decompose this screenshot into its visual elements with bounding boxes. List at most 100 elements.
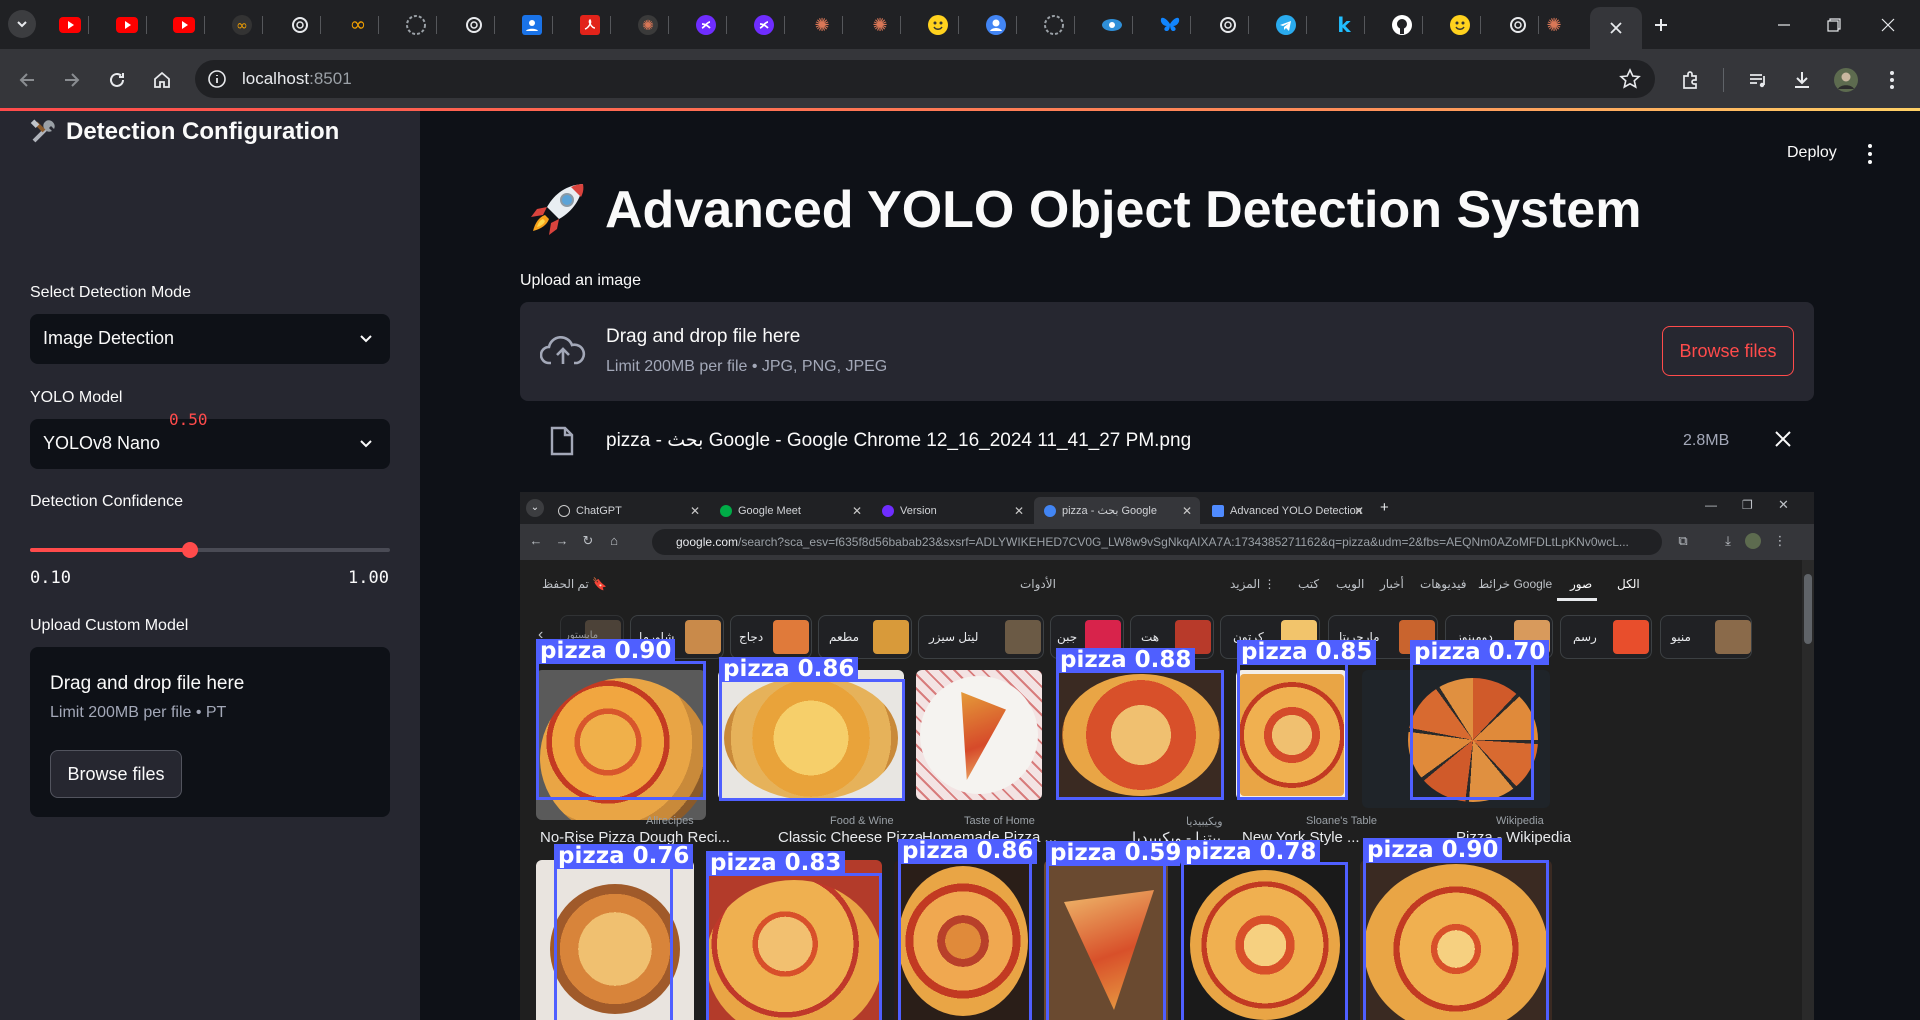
pinned-tab-app-2[interactable]: [751, 12, 777, 38]
image-tab-version: Version ✕: [872, 497, 1032, 524]
openai-icon: [1220, 17, 1236, 33]
pinned-tab-chatgpt-2[interactable]: [461, 12, 487, 38]
pinned-tab-k[interactable]: k: [1331, 12, 1357, 38]
account-icon: [986, 15, 1006, 35]
uploaded-file-name: pizza - بحث Google - Google Chrome 12_16…: [606, 430, 1192, 451]
custom-browse-button[interactable]: Browse files: [50, 750, 182, 798]
youtube-icon: [173, 17, 195, 33]
pinned-tab-huggingface[interactable]: [925, 12, 951, 38]
chip-9: دجاج: [730, 615, 812, 659]
google-tools: الأدوات: [1020, 577, 1056, 591]
pinned-tab-contacts[interactable]: [519, 12, 545, 38]
detection-box-11: pizza 0.78: [1181, 840, 1348, 1020]
google-menu-all: الكل: [1617, 577, 1640, 591]
pinned-tab-youtube-2[interactable]: [114, 12, 140, 38]
custom-model-label: Upload Custom Model: [30, 617, 189, 634]
detection-box-1: pizza 0.90: [536, 639, 706, 800]
pinned-tab-infinity[interactable]: ∞: [229, 12, 255, 38]
pinned-tab-loading-2[interactable]: [1041, 12, 1067, 38]
downloads-button[interactable]: [1788, 66, 1816, 94]
pinned-tab-chatgpt-4[interactable]: [1505, 12, 1531, 38]
main-menu-button[interactable]: [1862, 144, 1878, 164]
pinned-tab-huggingface-2[interactable]: [1447, 12, 1473, 38]
image-tab-menu-icon: ⌄: [526, 499, 544, 517]
result-source-2: Food & Wine: [830, 815, 894, 827]
svg-text:✺: ✺: [814, 15, 829, 36]
detection-result-image: ⌄ ChatGPT ✕ Google Meet ✕ Version ✕ pizza -…: [520, 492, 1814, 1020]
deploy-button[interactable]: Deploy: [1787, 144, 1837, 162]
download-icon: [1795, 72, 1809, 88]
pinned-tab-pdf[interactable]: [577, 12, 603, 38]
pinned-tab-infinity-2[interactable]: ∞: [345, 12, 371, 38]
pinned-tab-chatgpt-3[interactable]: [1215, 12, 1241, 38]
image-reload-icon: ↻: [582, 533, 594, 548]
image-forward-icon: →: [555, 533, 569, 548]
custom-model-dropzone[interactable]: Drag and drop file here Limit 200MB per …: [30, 647, 390, 817]
confidence-slider[interactable]: [30, 542, 390, 558]
spinner-icon: [406, 15, 426, 35]
pinned-tab-claude-4[interactable]: ✺: [1541, 12, 1567, 38]
chrome-menu-button[interactable]: [1878, 66, 1906, 94]
extensions-button[interactable]: [1677, 66, 1705, 94]
image-browser-toolbar: ← → ↻ ⌂ google.com/search?sca_esv=f635f8…: [520, 524, 1814, 560]
image-restore-icon: ❐: [1742, 498, 1753, 512]
custom-drop-title: Drag and drop file here: [50, 673, 245, 694]
uploaded-file-size: 2.8MB: [1683, 432, 1730, 449]
model-select[interactable]: YOLOv8 Nano: [30, 419, 390, 469]
openai-icon: [1510, 17, 1526, 33]
profile-button[interactable]: [1832, 66, 1860, 94]
close-tab-icon[interactable]: [1609, 21, 1623, 35]
media-controls-button[interactable]: [1744, 66, 1772, 94]
remove-file-icon[interactable]: [1774, 430, 1792, 448]
image-back-icon: ←: [529, 533, 543, 548]
back-button[interactable]: [13, 66, 41, 94]
reload-button[interactable]: [103, 66, 131, 94]
result-source-6: Wikipedia: [1496, 815, 1544, 827]
pinned-tab-youtube-3[interactable]: [171, 12, 197, 38]
image-tab-yolo: Advanced YOLO Detection ✕: [1202, 497, 1372, 524]
google-images-page: تم الحفظ 🔖 الأدوات الكل صور خرائط Google…: [520, 560, 1814, 1020]
pinned-tab-bluesky[interactable]: [1157, 12, 1183, 38]
model-label: YOLO Model: [30, 389, 123, 406]
mode-select[interactable]: Image Detection: [30, 314, 390, 364]
result-source-5: Sloane's Table: [1306, 815, 1378, 827]
svg-text:✺: ✺: [642, 18, 654, 34]
home-button[interactable]: [148, 66, 176, 94]
new-tab-button[interactable]: [1648, 12, 1674, 38]
pinned-tab-chatgpt[interactable]: [287, 12, 313, 38]
image-more-icon: ⋮: [1773, 533, 1787, 548]
pinned-tab-loading[interactable]: [403, 12, 429, 38]
pinned-tab-github[interactable]: [1389, 12, 1415, 38]
pinned-tab-claude-3[interactable]: ✺: [867, 12, 893, 38]
sidebar-title: Detection Configuration: [30, 118, 339, 146]
pinned-tab-youtube[interactable]: [57, 12, 83, 38]
active-tab[interactable]: [1590, 7, 1642, 49]
close-window-button[interactable]: [1856, 0, 1920, 49]
close-icon: [1881, 18, 1895, 31]
k-logo-icon: k: [1337, 14, 1351, 36]
pinned-tab-account[interactable]: [983, 12, 1009, 38]
pinned-tab-app[interactable]: [693, 12, 719, 38]
pinned-tab-telegram[interactable]: [1273, 12, 1299, 38]
pinned-tab-claude[interactable]: ✺: [635, 12, 661, 38]
confidence-slider-thumb[interactable]: [181, 542, 198, 558]
detection-box-12: pizza 0.90: [1363, 838, 1549, 1020]
google-menu-maps: خرائط Google: [1478, 577, 1553, 591]
image-home-icon: ⌂: [610, 533, 618, 548]
address-bar[interactable]: localhost:8501: [195, 60, 1655, 98]
site-info-icon[interactable]: [207, 69, 227, 89]
detection-box-10: pizza 0.59: [1046, 841, 1186, 1020]
chevron-down-icon: [17, 21, 27, 28]
svg-text:∞: ∞: [236, 18, 248, 34]
confidence-value: 0.50: [169, 410, 208, 429]
google-scrollbar: [1802, 560, 1814, 1020]
tab-search-button[interactable]: [8, 10, 36, 38]
forward-button[interactable]: [58, 66, 86, 94]
bookmark-star-icon[interactable]: [1619, 68, 1641, 90]
image-dropzone[interactable]: Drag and drop file here Limit 200MB per …: [520, 302, 1814, 401]
browse-files-button[interactable]: Browse files: [1662, 326, 1794, 376]
browser-toolbar: localhost:8501: [0, 49, 1920, 110]
pinned-tab-claude-2[interactable]: ✺: [809, 12, 835, 38]
file-icon: [550, 426, 574, 456]
pinned-tab-eye[interactable]: [1099, 12, 1125, 38]
